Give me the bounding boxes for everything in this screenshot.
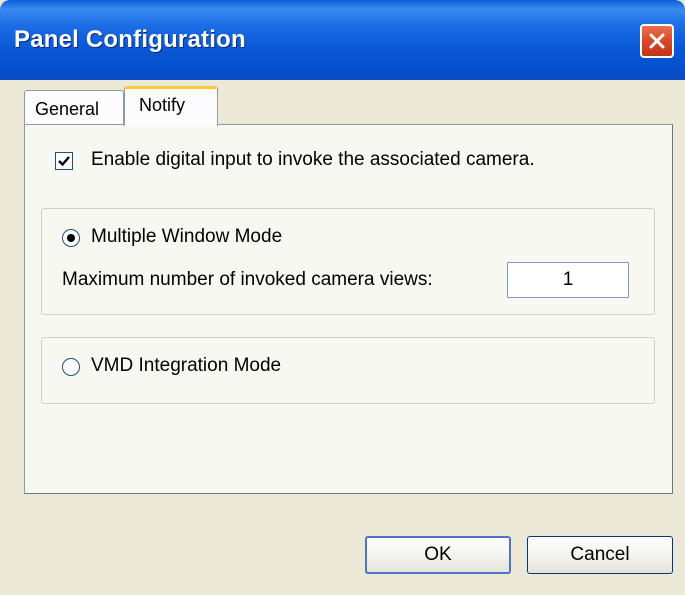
multiple-window-mode-label: Multiple Window Mode: [91, 226, 283, 247]
tab-notify-label: Notify: [139, 95, 186, 115]
window-title: Panel Configuration: [14, 26, 246, 53]
tab-general[interactable]: General: [24, 90, 124, 124]
vmd-integration-mode-radio[interactable]: [62, 358, 80, 376]
checkmark-icon: [58, 156, 70, 167]
radio-selected-dot: [67, 234, 75, 242]
close-icon: [649, 33, 665, 49]
multiple-window-mode-radio[interactable]: [62, 229, 80, 247]
enable-digital-input-label: Enable digital input to invoke the assoc…: [91, 149, 535, 170]
close-button[interactable]: [640, 24, 674, 58]
cancel-button[interactable]: Cancel: [527, 536, 673, 574]
tab-notify[interactable]: Notify: [124, 86, 218, 126]
tab-general-label: General: [35, 99, 100, 119]
max-camera-views-field[interactable]: 1: [507, 262, 629, 298]
ok-button[interactable]: OK: [365, 536, 511, 574]
title-bar[interactable]: Panel Configuration: [0, 0, 685, 80]
dialog-window: Panel Configuration General Notify Enabl…: [0, 0, 685, 595]
max-camera-views-label: Maximum number of invoked camera views:: [62, 269, 433, 290]
vmd-integration-mode-label: VMD Integration Mode: [91, 355, 282, 376]
enable-digital-input-checkbox[interactable]: [55, 152, 73, 170]
